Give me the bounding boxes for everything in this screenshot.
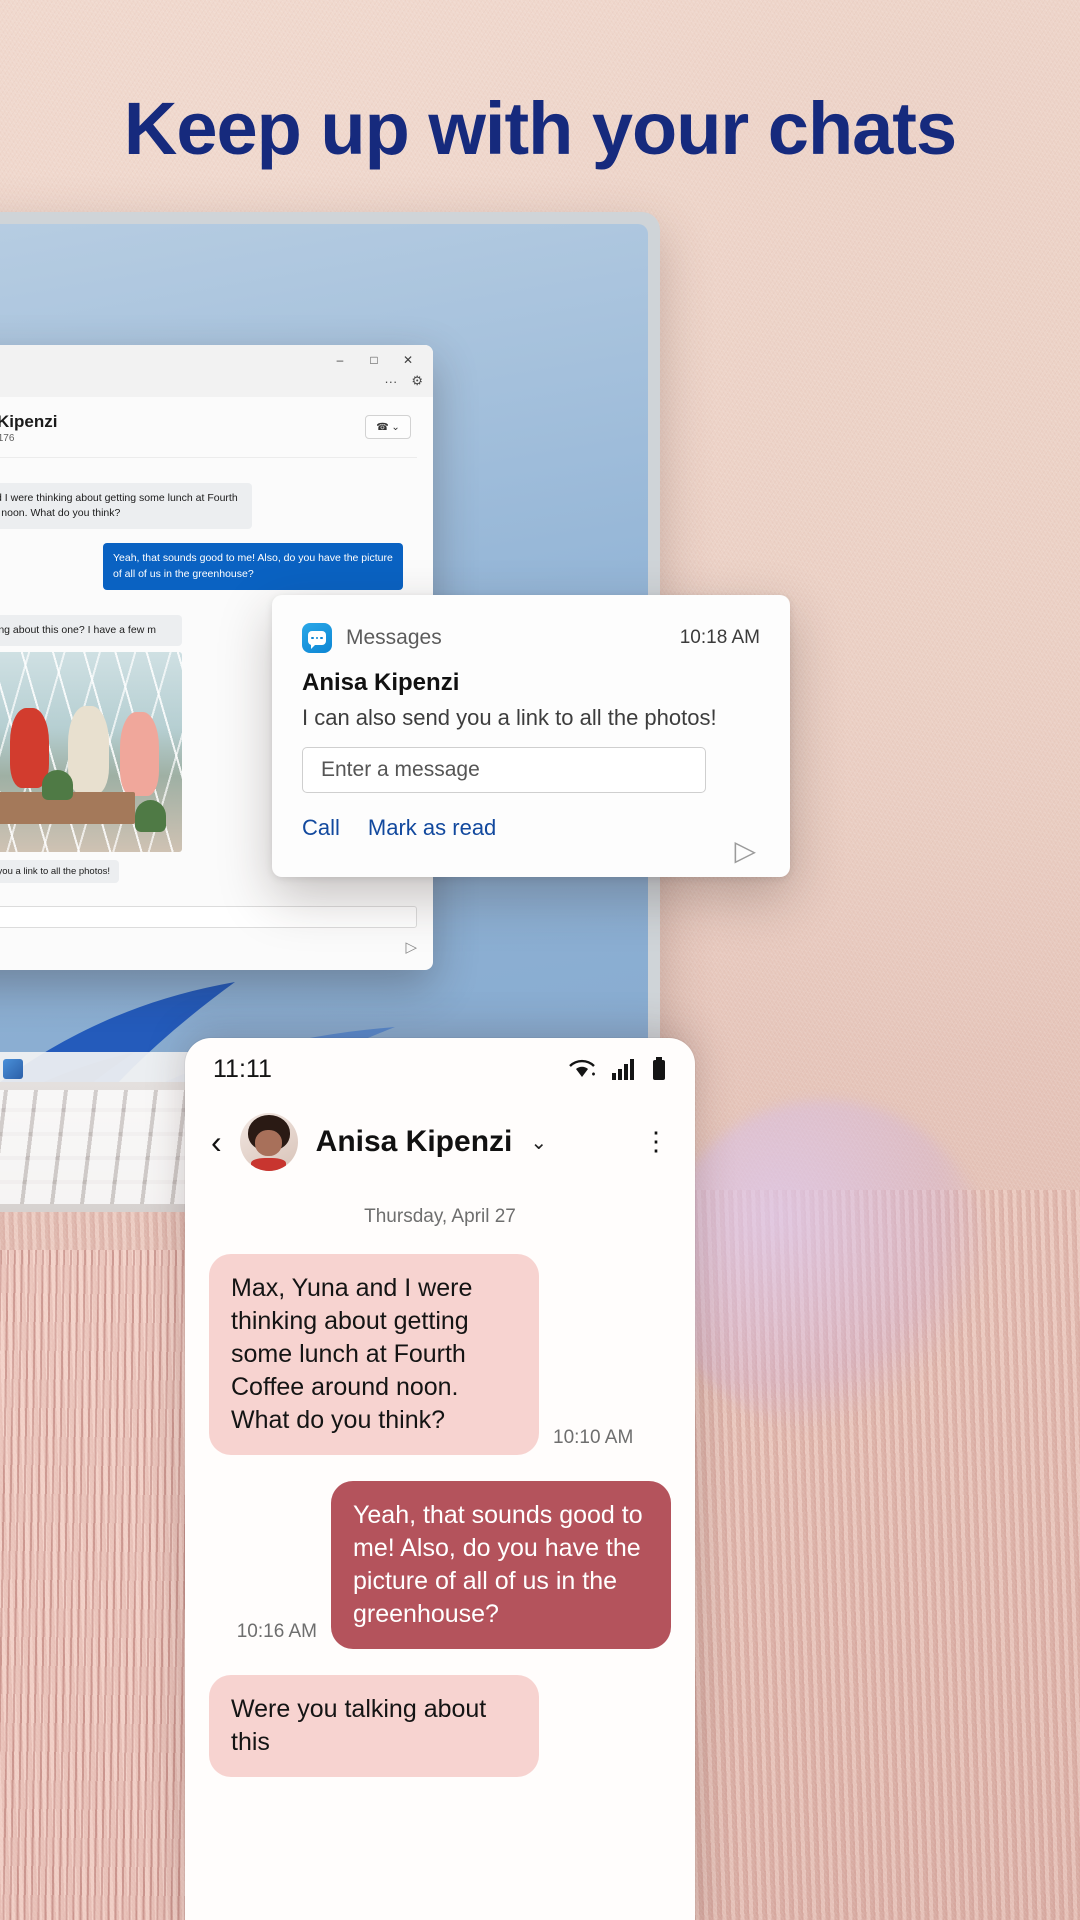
- contact-name: Anisa Kipenzi: [0, 411, 58, 431]
- notification-toast[interactable]: Messages 10:18 AM Anisa Kipenzi I can al…: [272, 595, 790, 877]
- message-row: 10:16 AM Yeah, that sounds good to me! A…: [209, 1481, 671, 1649]
- window-controls[interactable]: – □ ✕: [323, 349, 425, 371]
- notification-message: I can also send you a link to all the ph…: [302, 705, 717, 730]
- background-glow: [660, 1100, 990, 1430]
- message-sender: Anisa Kipenzi: [0, 602, 182, 612]
- send-message-input[interactable]: Send a message: [0, 906, 417, 928]
- greenhouse-photo[interactable]: [0, 652, 182, 853]
- wifi-icon: [569, 1059, 595, 1077]
- message-row-incoming-1: Anisa Kipenzi Max, Yuna and I were think…: [0, 470, 417, 530]
- chevron-down-icon[interactable]: ⌄: [530, 1130, 547, 1155]
- send-icon[interactable]: ▷: [734, 837, 756, 865]
- date-separator: Thursday, April 27: [364, 1206, 516, 1227]
- message-bubble: I can also send you a link to all the ph…: [0, 860, 120, 884]
- message-row: Were you talking about this: [209, 1675, 671, 1777]
- message-bubble: Were you talking about this: [209, 1675, 539, 1777]
- send-icon[interactable]: ▷: [405, 938, 417, 956]
- composer-tools[interactable]: ☺ GIF ▣ ▷: [0, 938, 417, 956]
- minimize-icon[interactable]: –: [323, 349, 357, 371]
- message-timestamp: 10:10 AM: [553, 1427, 634, 1448]
- window-toolbar[interactable]: ··· ⚙: [384, 373, 423, 389]
- signal-icon: [612, 1059, 634, 1080]
- phone-chat-list: Max, Yuna and I were thinking about gett…: [185, 1254, 695, 1777]
- message-bubble-outgoing: Yeah, that sounds good to me! Also, do y…: [103, 543, 403, 590]
- conversation-header: Anisa Kipenzi (415) 555-0176 ☎ ⌄: [0, 397, 417, 458]
- desktop-composer[interactable]: Send a message ☺ GIF ▣ ▷: [0, 906, 417, 956]
- taskbar-icon-phone-link[interactable]: [3, 1059, 23, 1079]
- page-title: Keep up with your chats: [123, 87, 957, 170]
- message-timestamp: 10:16 AM: [236, 1621, 317, 1642]
- call-action-button[interactable]: Call: [302, 815, 340, 841]
- avatar[interactable]: [239, 1113, 298, 1171]
- phone-conversation-header: ‹ Anisa Kipenzi ⌄ ⋮: [185, 1100, 695, 1184]
- phone-mockup: 11:11 ‹ Anisa Kipenzi ⌄ ⋮ Thursday, Apri…: [185, 1038, 695, 1920]
- overflow-menu-icon[interactable]: ⋮: [643, 1129, 669, 1154]
- gear-icon[interactable]: ⚙: [411, 373, 423, 389]
- notification-sender: Anisa Kipenzi: [302, 669, 460, 696]
- message-bubble: Max, Yuna and I were thinking about gett…: [0, 483, 252, 530]
- status-time: 11:11: [213, 1054, 272, 1083]
- battery-icon: [653, 1057, 665, 1080]
- maximize-icon[interactable]: □: [357, 349, 391, 371]
- contact-phone: (415) 555-0176: [0, 433, 15, 445]
- message-sender: Anisa Kipenzi: [0, 470, 252, 480]
- window-titlebar[interactable]: – □ ✕ ··· ⚙: [0, 345, 433, 397]
- call-button[interactable]: ☎ ⌄: [365, 415, 411, 439]
- message-bubble: Max, Yuna and I were thinking about gett…: [209, 1254, 539, 1455]
- mark-as-read-action-button[interactable]: Mark as read: [368, 815, 496, 841]
- notification-header: Messages 10:18 AM: [302, 623, 760, 653]
- notification-actions[interactable]: Call Mark as read: [302, 815, 760, 841]
- background-fabric-left: [0, 1250, 210, 1920]
- close-icon[interactable]: ✕: [391, 349, 425, 371]
- notification-reply-input[interactable]: Enter a message: [302, 747, 706, 793]
- phone-status-bar: 11:11: [185, 1038, 695, 1100]
- more-options-icon[interactable]: ···: [384, 374, 397, 389]
- message-bubble: Were you talking about this one? I have …: [0, 614, 182, 647]
- app-name: Messages: [346, 626, 442, 649]
- message-row: Max, Yuna and I were thinking about gett…: [209, 1254, 671, 1455]
- message-bubble: Yeah, that sounds good to me! Also, do y…: [331, 1481, 671, 1649]
- status-icons: [567, 1057, 667, 1081]
- messages-icon: [302, 623, 332, 653]
- contact-name: Anisa Kipenzi: [315, 1125, 513, 1158]
- back-icon[interactable]: ‹: [211, 1124, 222, 1161]
- notification-time: 10:18 AM: [679, 627, 760, 648]
